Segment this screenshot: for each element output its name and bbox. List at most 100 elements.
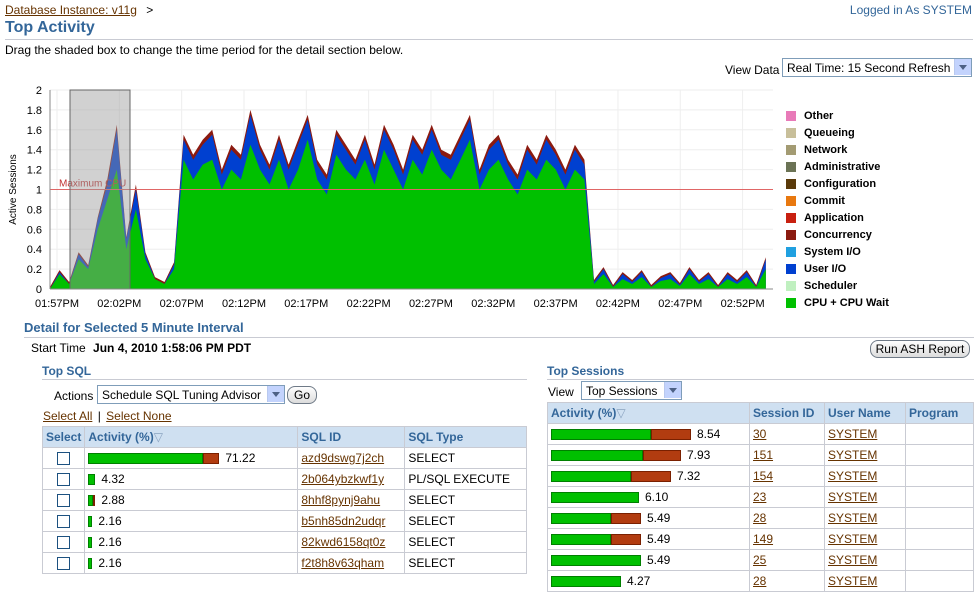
sessions-view-select[interactable]: Top Sessions	[581, 381, 682, 400]
top-sql-table: Select Activity (%)▽ SQL ID SQL Type 71.…	[41, 426, 527, 574]
legend-swatch	[786, 161, 796, 172]
activity-cell: 2.16	[84, 552, 299, 574]
logged-in-user: Logged in As SYSTEM	[849, 3, 972, 17]
col-program[interactable]: Program	[905, 402, 974, 424]
row-select-checkbox[interactable]	[57, 557, 71, 571]
cpu-bar	[551, 470, 631, 482]
user-name-link[interactable]: SYSTEM	[828, 532, 877, 546]
row-select-checkbox[interactable]	[57, 452, 71, 466]
session-id-link[interactable]: 30	[753, 427, 766, 441]
x-tick-label: 02:52PM	[721, 298, 765, 310]
session-id-link[interactable]: 149	[753, 532, 773, 546]
col-activity[interactable]: Activity (%)▽	[84, 426, 299, 448]
user-name-link[interactable]: SYSTEM	[828, 490, 877, 504]
top-sql-row: 2.16 82kwd6158qt0z SELECT	[41, 531, 527, 553]
actions-label: Actions	[54, 389, 94, 403]
activity-value: 2.16	[98, 535, 122, 549]
row-select-checkbox[interactable]	[57, 515, 71, 529]
sql-id-link[interactable]: f2t8h8v63qham	[301, 556, 384, 570]
activity-bar: 2.16	[88, 535, 294, 549]
session-activity-value: 8.54	[697, 427, 721, 441]
session-activity-value: 5.49	[647, 511, 671, 525]
user-name-link[interactable]: SYSTEM	[828, 511, 877, 525]
y-tick-label: 0.8	[27, 204, 42, 216]
session-id-cell: 30	[749, 423, 825, 445]
session-id-cell: 28	[749, 570, 825, 592]
top-sql-row: 4.32 2b064ybzkwf1y PL/SQL EXECUTE	[41, 468, 527, 490]
session-id-link[interactable]: 28	[753, 511, 766, 525]
sql-id-link[interactable]: 82kwd6158qt0z	[301, 535, 385, 549]
activity-value: 2.88	[101, 493, 125, 507]
cpu-bar	[551, 491, 639, 503]
session-activity-bar: 5.49	[551, 532, 746, 546]
session-id-link[interactable]: 154	[753, 469, 773, 483]
user-name-link[interactable]: SYSTEM	[828, 469, 877, 483]
top-session-row: 7.93 151 SYSTEM	[547, 444, 974, 466]
session-id-link[interactable]: 151	[753, 448, 773, 462]
legend-item: CPU + CPU Wait	[786, 294, 889, 311]
activity-cell: 2.88	[84, 489, 299, 511]
legend-swatch	[786, 263, 796, 274]
sql-id-link[interactable]: 2b064ybzkwf1y	[301, 472, 384, 486]
top-activity-chart[interactable]: 0 0.2 0.4 0.6 0.8 1 1.2 1.4 1.6 1.8 2 01:57PM 02:02P…	[0, 82, 780, 314]
session-id-cell: 151	[749, 444, 825, 466]
selection-shaded-box[interactable]	[69, 89, 131, 290]
chevron-down-icon	[954, 59, 971, 75]
sql-id-cell: 2b064ybzkwf1y	[297, 468, 406, 490]
legend-label: Other	[804, 109, 834, 122]
y-tick-label: 2	[36, 85, 42, 97]
x-tick-label: 02:37PM	[534, 298, 578, 310]
cpu-bar	[551, 449, 643, 461]
legend-label: CPU + CPU Wait	[804, 296, 889, 309]
session-activity-value: 4.27	[627, 574, 651, 588]
concurrency-bar	[203, 452, 220, 464]
sql-id-cell: b5nh85dn2udqr	[297, 510, 406, 532]
chevron-down-icon	[267, 386, 284, 402]
session-activity-cell: 7.32	[547, 465, 750, 487]
user-name-cell: SYSTEM	[824, 423, 906, 445]
row-select-checkbox[interactable]	[57, 473, 71, 487]
sql-id-link[interactable]: azd9dswg7j2ch	[301, 451, 384, 465]
select-all-link[interactable]: Select All	[43, 409, 92, 423]
cpu-bar	[551, 512, 611, 524]
col-session-id[interactable]: Session ID	[749, 402, 825, 424]
row-select-checkbox[interactable]	[57, 536, 71, 550]
session-id-link[interactable]: 23	[753, 490, 766, 504]
top-sql-row: 2.16 f2t8h8v63qham SELECT	[41, 552, 527, 574]
activity-bar: 2.16	[88, 556, 294, 570]
col-activity-label: Activity (%)	[88, 430, 154, 444]
row-select-cell	[41, 510, 86, 532]
user-name-link[interactable]: SYSTEM	[828, 574, 877, 588]
session-activity-cell: 6.10	[547, 486, 750, 508]
cpu-bar	[88, 536, 93, 548]
chart-legend: Other Queueing Network Administrative Config…	[786, 107, 889, 311]
session-id-link[interactable]: 25	[753, 553, 766, 567]
sql-id-link[interactable]: b5nh85dn2udqr	[301, 514, 385, 528]
col-sql-type[interactable]: SQL Type	[404, 426, 527, 448]
actions-select[interactable]: Schedule SQL Tuning Advisor	[97, 385, 285, 404]
select-none-link[interactable]: Select None	[106, 409, 171, 423]
sql-type-cell: SELECT	[404, 552, 527, 574]
session-id-link[interactable]: 28	[753, 574, 766, 588]
top-sessions-table: Activity (%)▽ Session ID User Name Progr…	[547, 402, 974, 592]
run-ash-report-button[interactable]: Run ASH Report	[870, 340, 970, 358]
cpu-bar	[551, 554, 641, 566]
session-id-cell: 28	[749, 507, 825, 529]
col-sql-id[interactable]: SQL ID	[297, 426, 406, 448]
view-data-select[interactable]: Real Time: 15 Second Refresh	[782, 58, 972, 77]
breadcrumb-database-instance-link[interactable]: Database Instance: v11g	[5, 3, 137, 17]
user-name-link[interactable]: SYSTEM	[828, 427, 877, 441]
activity-bar: 71.22	[88, 451, 294, 465]
sql-id-link[interactable]: 8hhf8pynj9ahu	[301, 493, 380, 507]
user-name-link[interactable]: SYSTEM	[828, 553, 877, 567]
session-activity-bar: 8.54	[551, 427, 746, 441]
top-session-row: 5.49 28 SYSTEM	[547, 507, 974, 529]
go-button[interactable]: Go	[287, 386, 317, 404]
col-user-name[interactable]: User Name	[824, 402, 906, 424]
col-session-activity[interactable]: Activity (%)▽	[547, 402, 750, 424]
row-select-checkbox[interactable]	[57, 494, 71, 508]
sort-desc-icon: ▽	[616, 406, 626, 420]
program-cell	[905, 549, 974, 571]
sql-id-cell: 82kwd6158qt0z	[297, 531, 406, 553]
user-name-link[interactable]: SYSTEM	[828, 448, 877, 462]
